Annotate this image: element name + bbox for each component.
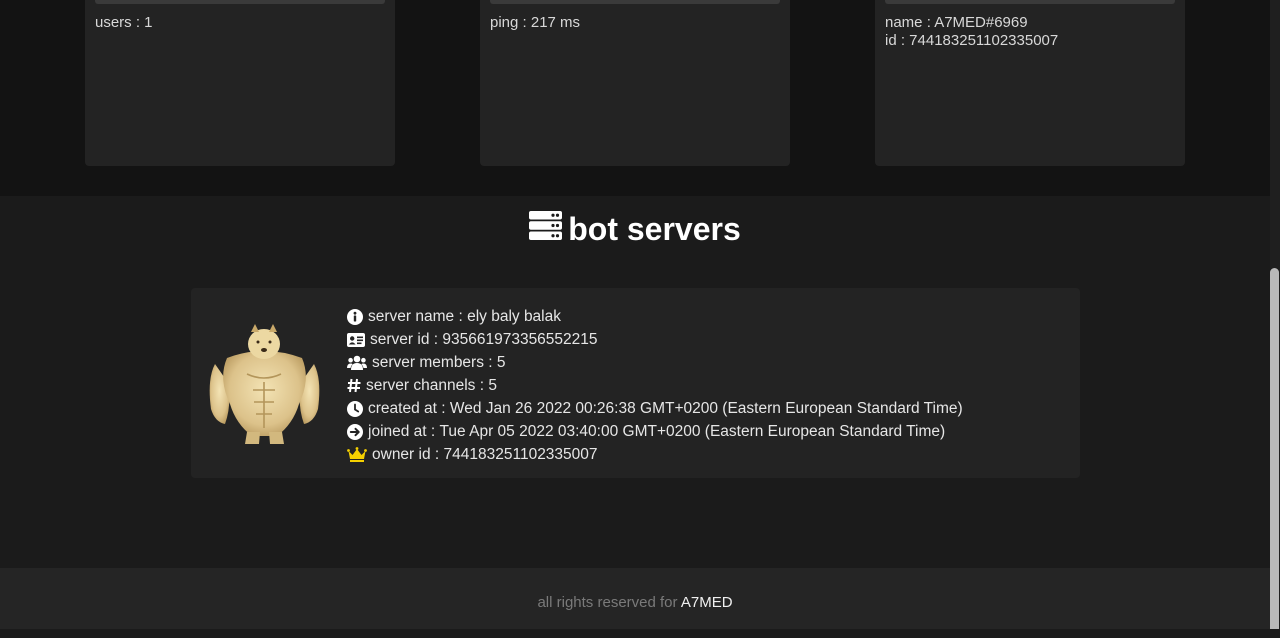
id-card-icon bbox=[347, 332, 365, 347]
joined-at-label: joined at bbox=[368, 423, 427, 440]
server-avatar bbox=[207, 324, 322, 444]
card-header-bar bbox=[95, 0, 385, 4]
bot-id: id : 744183251102335007 bbox=[885, 32, 1059, 49]
server-name-label: server name bbox=[368, 308, 455, 325]
users-card: users : 1 bbox=[85, 0, 395, 166]
created-at-label: created at bbox=[368, 400, 437, 417]
owner-id-value: 744183251102335007 bbox=[443, 446, 598, 463]
owner-id-row: owner id : 744183251102335007 bbox=[347, 443, 963, 466]
server-icon bbox=[529, 208, 563, 250]
arrow-circle-icon bbox=[347, 423, 363, 440]
scrollbar-track[interactable] bbox=[1270, 0, 1280, 629]
section-title-text: bot servers bbox=[568, 211, 741, 247]
footer-text: all rights reserved for bbox=[537, 594, 678, 611]
created-at-row: created at : Wed Jan 26 2022 00:26:38 GM… bbox=[347, 397, 963, 420]
created-at-value: Wed Jan 26 2022 00:26:38 GMT+0200 (Easte… bbox=[449, 400, 963, 417]
server-members-label: server members bbox=[372, 354, 484, 371]
server-id-row: server id : 935661973356552215 bbox=[347, 328, 963, 351]
section-title: bot servers bbox=[0, 208, 1270, 253]
server-members-row: server members : 5 bbox=[347, 351, 963, 374]
ping-value: ping : 217 ms bbox=[490, 14, 581, 31]
server-name-value: ely baly balak bbox=[467, 308, 561, 325]
footer-brand-link[interactable]: A7MED bbox=[681, 594, 733, 611]
scrollbar-thumb[interactable] bbox=[1270, 268, 1279, 629]
server-name-row: server name : ely baly balak bbox=[347, 305, 963, 328]
users-icon bbox=[347, 355, 367, 370]
info-icon bbox=[347, 308, 363, 325]
ping-card: ping : 217 ms bbox=[480, 0, 790, 166]
server-card: server name : ely baly balak server id :… bbox=[191, 288, 1080, 478]
joined-at-row: joined at : Tue Apr 05 2022 03:40:00 GMT… bbox=[347, 420, 963, 443]
card-header-bar bbox=[885, 0, 1175, 4]
crown-icon bbox=[347, 447, 367, 462]
bot-info-card: name : A7MED#6969 id : 74418325110233500… bbox=[875, 0, 1185, 166]
card-header-bar bbox=[490, 0, 780, 4]
server-channels-value: 5 bbox=[488, 377, 497, 394]
server-id-value: 935661973356552215 bbox=[442, 331, 598, 348]
server-id-label: server id bbox=[370, 331, 430, 348]
hashtag-icon bbox=[347, 378, 361, 393]
stats-band: users : 1 ping : 217 ms name : A7MED#696… bbox=[0, 0, 1270, 196]
server-channels-label: server channels bbox=[366, 377, 476, 394]
owner-id-label: owner id bbox=[372, 446, 431, 463]
bot-name: name : A7MED#6969 bbox=[885, 14, 1028, 31]
users-count: users : 1 bbox=[95, 14, 153, 31]
server-members-value: 5 bbox=[496, 354, 506, 371]
server-info: server name : ely baly balak server id :… bbox=[347, 305, 963, 466]
clock-icon bbox=[347, 400, 363, 417]
footer: all rights reserved for A7MED bbox=[0, 568, 1270, 629]
server-channels-row: server channels : 5 bbox=[347, 374, 963, 397]
joined-at-value: Tue Apr 05 2022 03:40:00 GMT+0200 (Easte… bbox=[439, 423, 946, 440]
